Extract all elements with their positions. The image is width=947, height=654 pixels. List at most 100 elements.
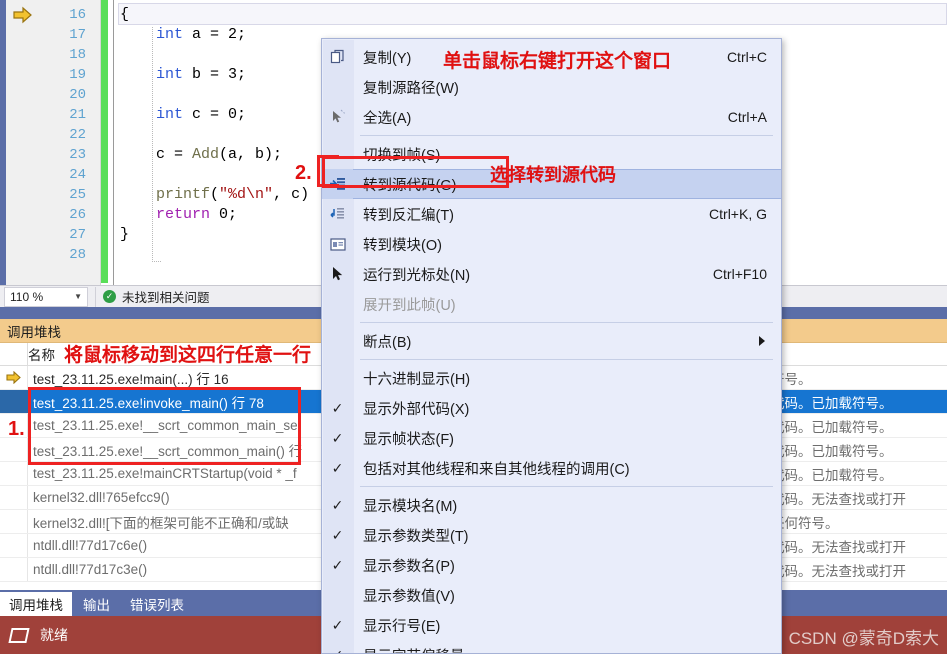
menu-item-显示参数值(V)[interactable]: 显示参数值(V)	[322, 580, 781, 610]
line-number: 21	[69, 107, 86, 123]
watermark-label: CSDN @蒙奇D索大	[788, 629, 939, 648]
menu-item-label: 包括对其他线程和来自其他线程的调用(C)	[363, 461, 630, 478]
menu-item-shortcut: Ctrl+A	[727, 109, 767, 125]
tab-错误列表[interactable]: 错误列表	[121, 592, 193, 616]
line-number: 25	[69, 187, 86, 203]
goto-disassembly-icon	[322, 199, 353, 229]
cursor-arrow-icon	[322, 259, 353, 289]
annotation-select-goto-source-hint: 选择转到源代码	[490, 165, 616, 185]
zoom-level-dropdown[interactable]: 110 % ▼	[4, 286, 88, 307]
menu-item-shortcut: Ctrl+F10	[712, 266, 767, 282]
line-number: 28	[69, 247, 86, 263]
menu-item-label: 复制(Y)	[363, 50, 412, 67]
menu-item-label: 运行到光标处(N)	[363, 267, 471, 284]
menu-item-展开到此帧(U): 展开到此帧(U)	[322, 289, 781, 319]
menu-item-label: 显示模块名(M)	[363, 498, 458, 515]
menu-item-显示参数类型(T)[interactable]: ✓ 显示参数类型(T)	[322, 520, 781, 550]
menu-separator	[360, 322, 773, 323]
editor-change-bar	[101, 0, 108, 283]
menu-item-显示外部代码(X)[interactable]: ✓ 显示外部代码(X)	[322, 393, 781, 423]
checkmark-icon: ✓	[331, 430, 344, 446]
menu-item-label: 复制源路径(W)	[363, 80, 459, 97]
status-bar-text: 就绪	[40, 627, 68, 643]
goto-module-icon	[322, 229, 353, 259]
checkmark-icon: ✓	[331, 460, 344, 476]
tab-输出[interactable]: 输出	[74, 592, 119, 616]
row-marker-cell	[0, 558, 28, 581]
menu-icon-slot	[322, 289, 353, 319]
zoom-level-value: 110 %	[10, 289, 44, 304]
menu-item-label: 显示参数名(P)	[363, 558, 455, 575]
menu-icon-slot	[322, 363, 353, 393]
menu-item-label: 全选(A)	[363, 110, 412, 127]
menu-separator	[360, 135, 773, 136]
line-number: 24	[69, 167, 86, 183]
menu-item-label: 转到反汇编(T)	[363, 207, 455, 224]
check-circle-icon: ✓	[103, 290, 116, 303]
menu-item-转到模块(O)[interactable]: 转到模块(O)	[322, 229, 781, 259]
menu-item-label: 显示参数类型(T)	[363, 528, 469, 545]
menu-icon-slot	[322, 326, 353, 356]
menu-item-label: 显示字节偏移量	[353, 645, 465, 654]
menu-item-label: 显示帧状态(F)	[363, 431, 455, 448]
menu-item-shortcut: Ctrl+C	[726, 49, 767, 65]
checkmark-icon: ✓	[331, 497, 344, 513]
menu-item-label: 切换到帧(S)	[363, 147, 441, 164]
line-number: 23	[69, 147, 86, 163]
editor-gutter-divider	[113, 0, 114, 285]
copy-icon	[322, 42, 353, 72]
row-marker-cell	[0, 510, 28, 533]
menu-item-显示行号(E)[interactable]: ✓ 显示行号(E)	[322, 610, 781, 640]
call-stack-frame-symbol-status: 代码。无法查找或打开	[771, 491, 906, 507]
annotation-callstack-hint: 将鼠标移动到这四行任意一行	[64, 345, 312, 366]
row-marker-cell	[0, 390, 28, 413]
checkmark-icon: ✓	[331, 617, 344, 633]
tab-调用堆栈[interactable]: 调用堆栈	[0, 592, 72, 616]
current-frame-arrow-icon	[0, 366, 28, 389]
call-stack-frame-symbol-status: 代码。无法查找或打开	[771, 563, 906, 579]
line-number: 18	[69, 47, 86, 63]
submenu-arrow-icon	[759, 336, 765, 346]
line-number: 17	[69, 27, 86, 43]
editor-status-message: 未找到相关问题	[122, 291, 210, 305]
line-number: 26	[69, 207, 86, 223]
menu-item-全选(A)[interactable]: 全选(A) Ctrl+A	[322, 102, 781, 132]
menu-item-显示字节偏移量[interactable]: ✓显示字节偏移量	[322, 640, 781, 654]
call-stack-frame-symbol-status: 代码。无法查找或打开	[771, 539, 906, 555]
menu-item-显示模块名(M)[interactable]: ✓ 显示模块名(M)	[322, 490, 781, 520]
column-header-name[interactable]: 名称	[28, 343, 55, 365]
menu-item-转到反汇编(T)[interactable]: 转到反汇编(T) Ctrl+K, G	[322, 199, 781, 229]
checkmark-icon: ✓	[331, 527, 344, 543]
menu-item-运行到光标处(N)[interactable]: 运行到光标处(N) Ctrl+F10	[322, 259, 781, 289]
menu-item-显示帧状态(F)[interactable]: ✓ 显示帧状态(F)	[322, 423, 781, 453]
menu-item-包括对其他线程和来自其他线程的调用(C)[interactable]: ✓ 包括对其他线程和来自其他线程的调用(C)	[322, 453, 781, 483]
call-stack-frame-symbol-status: 代码。已加载符号。	[771, 443, 893, 459]
line-number: 16	[69, 7, 86, 23]
menu-separator	[360, 486, 773, 487]
chevron-down-icon: ▼	[74, 292, 82, 301]
menu-separator	[360, 359, 773, 360]
annotation-step-2-label: 2.	[295, 162, 312, 184]
menu-item-shortcut: Ctrl+K, G	[709, 206, 767, 222]
menu-item-label: 十六进制显示(H)	[363, 371, 471, 388]
row-marker-cell	[0, 486, 28, 509]
menu-item-显示参数名(P)[interactable]: ✓ 显示参数名(P)	[322, 550, 781, 580]
code-line: {	[120, 6, 130, 23]
status-divider	[95, 286, 96, 307]
menu-item-label: 显示行号(E)	[363, 618, 441, 635]
goto-source-icon	[322, 169, 353, 199]
select-all-icon	[322, 102, 353, 132]
menu-item-断点(B)[interactable]: 断点(B)	[322, 326, 781, 356]
annotation-open-menu-hint: 单击鼠标右键打开这个窗口	[443, 51, 672, 72]
menu-item-label: 转到源代码(G)	[363, 177, 457, 194]
context-menu[interactable]: 复制(Y) Ctrl+C 复制源路径(W) 全选(A) Ctrl+A 切换到帧(S) 转到源…	[321, 38, 782, 654]
checkmark-icon: ✓	[322, 640, 353, 653]
line-number: 22	[69, 127, 86, 143]
stop-record-icon	[8, 627, 30, 643]
row-marker-cell	[0, 438, 28, 461]
menu-item-十六进制显示(H)[interactable]: 十六进制显示(H)	[322, 363, 781, 393]
line-number: 20	[69, 87, 86, 103]
annotation-step-1-label: 1.	[8, 418, 25, 440]
menu-item-label: 显示外部代码(X)	[363, 401, 470, 418]
menu-item-复制源路径(W)[interactable]: 复制源路径(W)	[322, 72, 781, 102]
